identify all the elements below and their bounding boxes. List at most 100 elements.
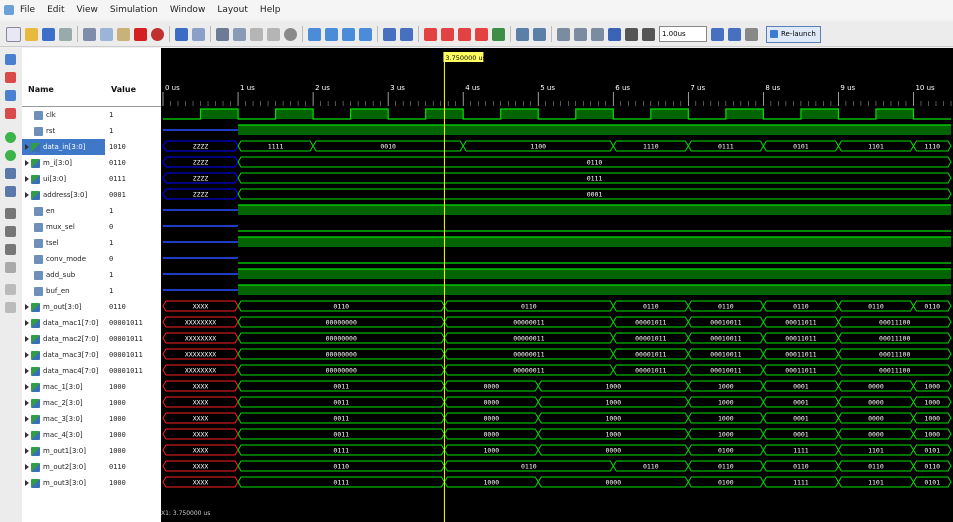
signal-row-16[interactable]: data_mac4[7:0] — [22, 363, 105, 379]
snap-icon[interactable] — [5, 284, 16, 295]
cascade-icon[interactable] — [359, 27, 372, 41]
go-end-icon[interactable] — [5, 150, 16, 161]
restart-icon[interactable] — [557, 27, 570, 41]
expand-arrow-icon[interactable] — [25, 480, 29, 486]
waveform-canvas[interactable]: 0 us 1 us 2 us 3 us 4 us 5 us 6 us 7 us 8 us 9 us… — [161, 48, 953, 522]
expand-arrow-icon[interactable] — [25, 320, 29, 326]
expand-arrow-icon[interactable] — [25, 144, 29, 150]
signal-row-7[interactable]: mux_sel — [22, 219, 105, 235]
add-marker-icon[interactable] — [5, 208, 16, 219]
signal-row-14[interactable]: data_mac2[7:0] — [22, 331, 105, 347]
expand-arrow-icon[interactable] — [25, 304, 29, 310]
next-transition-icon[interactable] — [5, 186, 16, 197]
signal-row-20[interactable]: mac_4[3:0] — [22, 427, 105, 443]
expand-arrow-icon[interactable] — [25, 336, 29, 342]
swap-cursor-icon[interactable] — [5, 262, 16, 273]
signal-row-15[interactable]: data_mac3[7:0] — [22, 347, 105, 363]
go-start-icon[interactable] — [5, 132, 16, 143]
expand-arrow-icon[interactable] — [25, 176, 29, 182]
signal-row-12[interactable]: m_out[3:0] — [22, 299, 105, 315]
zoom-out-tool-icon[interactable] — [5, 72, 16, 83]
menu-layout[interactable]: Layout — [211, 0, 254, 20]
zoom-out-icon[interactable] — [441, 27, 454, 41]
run-for-icon[interactable] — [642, 27, 655, 41]
pointer-icon[interactable] — [383, 27, 396, 41]
expand-arrow-icon[interactable] — [25, 352, 29, 358]
redo-icon[interactable] — [192, 27, 205, 41]
signal-row-0[interactable]: clk — [22, 107, 105, 123]
signal-row-21[interactable]: m_out1[3:0] — [22, 443, 105, 459]
signal-row-2[interactable]: data_in[3:0] — [22, 139, 105, 155]
prev-transition-icon[interactable] — [5, 168, 16, 179]
expand-arrow-icon[interactable] — [25, 416, 29, 422]
help-pointer-icon[interactable] — [400, 27, 413, 41]
zoom-fit-tool-icon[interactable] — [5, 90, 16, 101]
signal-row-19[interactable]: mac_3[3:0] — [22, 411, 105, 427]
open-folder-icon[interactable] — [25, 27, 38, 41]
time-unit-dropdown-icon[interactable] — [711, 27, 724, 41]
expand-arrow-icon[interactable] — [25, 464, 29, 470]
signal-row-22[interactable]: m_out2[3:0] — [22, 459, 105, 475]
name-column-header[interactable]: Name — [22, 78, 105, 107]
signal-row-9[interactable]: conv_mode — [22, 251, 105, 267]
zoom-cursor-icon[interactable] — [475, 27, 488, 41]
cut-icon[interactable] — [83, 27, 96, 41]
document-icon[interactable] — [492, 27, 505, 41]
run-icon[interactable] — [625, 27, 638, 41]
menu-simulation[interactable]: Simulation — [104, 0, 164, 20]
menu-edit[interactable]: Edit — [41, 0, 70, 20]
signal-row-17[interactable]: mac_1[3:0] — [22, 379, 105, 395]
menu-file[interactable]: File — [14, 0, 41, 20]
zoom-in-tool-icon[interactable] — [5, 54, 16, 65]
prev-edge-icon[interactable] — [516, 27, 529, 41]
signal-row-23[interactable]: m_out3[3:0] — [22, 475, 105, 491]
floating-ruler-icon[interactable] — [5, 302, 16, 313]
signal-row-13[interactable]: data_mac1[7:0] — [22, 315, 105, 331]
layout-icon[interactable] — [308, 27, 321, 41]
signal-row-4[interactable]: ui[3:0] — [22, 171, 105, 187]
signal-row-5[interactable]: address[3:0] — [22, 187, 105, 203]
expand-arrow-icon[interactable] — [25, 448, 29, 454]
print-icon[interactable] — [59, 27, 72, 41]
marker-icon[interactable] — [250, 27, 263, 41]
zoom-in-icon[interactable] — [424, 27, 437, 41]
signal-row-18[interactable]: mac_2[3:0] — [22, 395, 105, 411]
next-marker-icon[interactable] — [5, 244, 16, 255]
signal-row-11[interactable]: buf_en — [22, 283, 105, 299]
menu-help[interactable]: Help — [254, 0, 287, 20]
zoom-fit-icon[interactable] — [458, 27, 471, 41]
find-icon[interactable] — [216, 27, 229, 41]
find-next-icon[interactable] — [233, 27, 246, 41]
signal-row-6[interactable]: en — [22, 203, 105, 219]
pause-icon[interactable] — [745, 27, 758, 41]
signal-row-8[interactable]: tsel — [22, 235, 105, 251]
undo-icon[interactable] — [175, 27, 188, 41]
expand-arrow-icon[interactable] — [25, 432, 29, 438]
signal-row-10[interactable]: add_sub — [22, 267, 105, 283]
expand-arrow-icon[interactable] — [25, 192, 29, 198]
prev-marker-icon[interactable] — [5, 226, 16, 237]
expand-arrow-icon[interactable] — [25, 384, 29, 390]
goto-time-icon[interactable] — [5, 108, 16, 119]
value-column-header[interactable]: Value — [105, 78, 161, 107]
relaunch-button[interactable]: Re-launch — [766, 25, 821, 43]
delete-icon[interactable] — [134, 27, 147, 41]
expand-arrow-icon[interactable] — [25, 400, 29, 406]
waveform-panel[interactable]: 0 us 1 us 2 us 3 us 4 us 5 us 6 us 7 us 8 us 9 us… — [161, 48, 953, 522]
stop-icon[interactable] — [151, 27, 164, 41]
step-icon[interactable] — [574, 27, 587, 41]
copy-icon[interactable] — [100, 27, 113, 41]
paste-icon[interactable] — [117, 27, 130, 41]
next-edge-icon[interactable] — [533, 27, 546, 41]
zoom-icon[interactable] — [284, 27, 297, 41]
tile-icon[interactable] — [342, 27, 355, 41]
signal-row-3[interactable]: m_i[3:0] — [22, 155, 105, 171]
menu-window[interactable]: Window — [164, 0, 212, 20]
run-all-icon[interactable] — [608, 27, 621, 41]
signal-row-1[interactable]: rst — [22, 123, 105, 139]
window-icon[interactable] — [325, 27, 338, 41]
run-time-input[interactable]: 1.00us — [659, 26, 707, 42]
step-time-icon[interactable] — [728, 27, 741, 41]
save-icon[interactable] — [42, 27, 55, 41]
break-icon[interactable] — [591, 27, 604, 41]
